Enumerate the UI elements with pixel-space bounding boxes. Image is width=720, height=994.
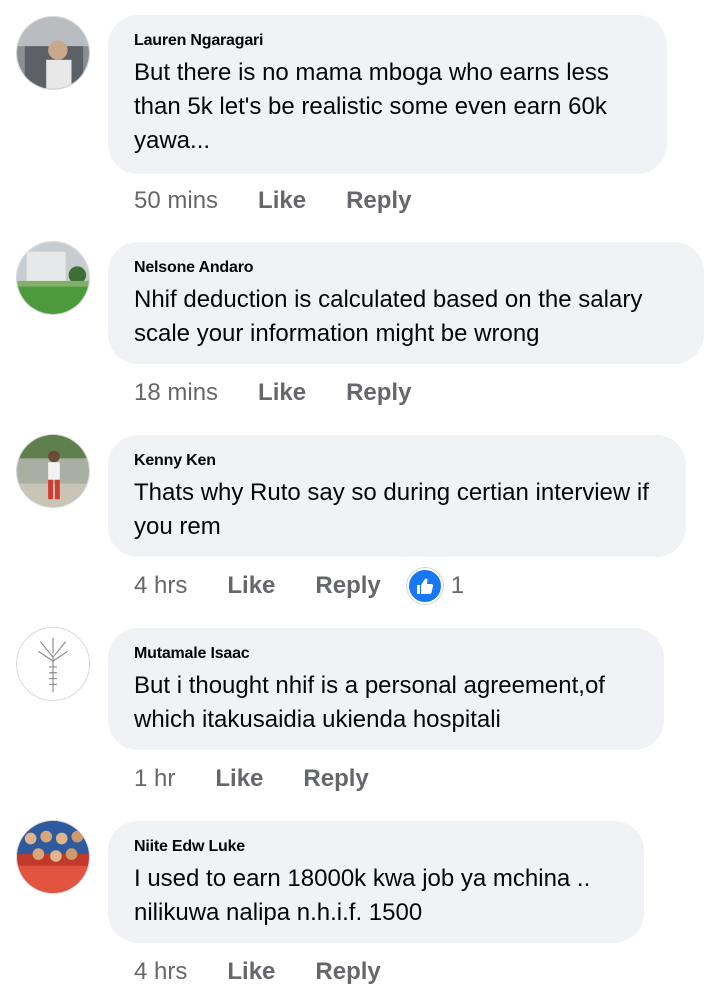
comment-bubble: Mutamale Isaac But i thought nhif is a p… (108, 628, 664, 750)
comment-bubble: Nelsone Andaro Nhif deduction is calcula… (108, 242, 704, 364)
avatar[interactable] (16, 627, 90, 701)
comment-actions: 18 mins Like Reply (134, 376, 411, 410)
reply-button[interactable]: Reply (346, 187, 411, 215)
comment-timestamp[interactable]: 50 mins (134, 187, 218, 215)
avatar-photo (17, 628, 89, 700)
avatar-photo (17, 821, 89, 893)
reply-button[interactable]: Reply (315, 572, 380, 600)
comment-actions: 50 mins Like Reply (134, 184, 411, 218)
like-button[interactable]: Like (258, 187, 306, 215)
avatar-photo (17, 435, 89, 507)
comment-author[interactable]: Kenny Ken (134, 451, 660, 471)
like-button[interactable]: Like (215, 765, 263, 793)
avatar[interactable] (16, 16, 90, 90)
comment-actions: 1 hr Like Reply (134, 762, 369, 796)
reaction-count: 1 (450, 572, 465, 599)
comment-actions: 4 hrs Like Reply (134, 955, 381, 989)
reply-button[interactable]: Reply (303, 765, 368, 793)
comment-text: But i thought nhif is a personal agreeme… (134, 672, 605, 733)
comment-timestamp[interactable]: 4 hrs (134, 958, 187, 986)
reaction-summary[interactable]: 1 (406, 568, 465, 604)
comment-author[interactable]: Mutamale Isaac (134, 644, 638, 664)
comment-timestamp[interactable]: 18 mins (134, 379, 218, 407)
avatar-photo (17, 242, 89, 314)
like-button[interactable]: Like (258, 379, 306, 407)
comment-actions: 4 hrs Like Reply 1 (134, 568, 465, 604)
comment-text: Thats why Ruto say so during certian int… (134, 479, 649, 540)
like-thumb-icon (406, 568, 443, 604)
comment-bubble: Niite Edw Luke I used to earn 18000k kwa… (108, 821, 644, 943)
comment-author[interactable]: Niite Edw Luke (134, 837, 618, 857)
avatar[interactable] (16, 434, 90, 508)
comment-author[interactable]: Lauren Ngaragari (134, 31, 641, 51)
reply-button[interactable]: Reply (346, 379, 411, 407)
comment-text: Nhif deduction is calculated based on th… (134, 286, 643, 347)
comment-text: I used to earn 18000k kwa job ya mchina … (134, 865, 591, 926)
like-button[interactable]: Like (227, 572, 275, 600)
avatar[interactable] (16, 241, 90, 315)
comment-author[interactable]: Nelsone Andaro (134, 258, 678, 278)
reply-button[interactable]: Reply (315, 958, 380, 986)
comment-timestamp[interactable]: 4 hrs (134, 572, 187, 600)
comment-bubble: Lauren Ngaragari But there is no mama mb… (108, 15, 667, 174)
avatar-photo (17, 17, 89, 89)
comment-timestamp[interactable]: 1 hr (134, 765, 175, 793)
comment-text: But there is no mama mboga who earns les… (134, 59, 609, 154)
comment-bubble: Kenny Ken Thats why Ruto say so during c… (108, 435, 686, 557)
avatar[interactable] (16, 820, 90, 894)
like-button[interactable]: Like (227, 958, 275, 986)
